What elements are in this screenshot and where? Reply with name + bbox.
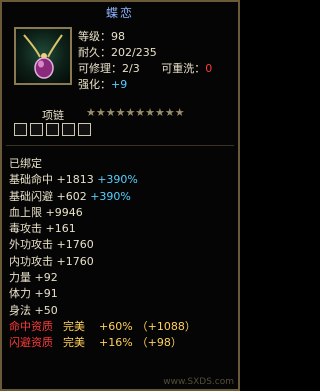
attr-bonus: +390% (90, 189, 131, 203)
rewash-label: 可重洗： (161, 62, 206, 75)
attr-row: 毒攻击 +161 (9, 221, 235, 237)
star-rating: ★★★★★★★★★★ (86, 106, 185, 119)
attribute-list: 已绑定 基础命中 +1813 +390% 基础闪避 +602 +390% 血上限… (9, 156, 235, 352)
aptitude-row: 闪避资质 完美 +16% （+98） (9, 335, 235, 351)
attr-label: 外功攻击 (9, 238, 53, 252)
bound-status: 已绑定 (9, 157, 42, 170)
attr-value: +9946 (45, 205, 83, 219)
aptitude-row: 命中资质 完美 +60% （+1088） (9, 319, 235, 335)
enhance-row: 强化：+9 (78, 77, 228, 93)
socket-slot[interactable] (14, 123, 27, 136)
item-tooltip: 蝶恋 等级：98 耐久：202/235 可修理：2/3 可重洗：0 强化：+9 … (0, 0, 240, 391)
necklace-icon-graphic (23, 34, 63, 79)
attr-row: 基础闪避 +602 +390% (9, 189, 235, 205)
attr-label: 血上限 (9, 205, 42, 219)
aptitude-extra: （+98） (136, 336, 182, 350)
aptitude-label: 闪避资质 (9, 336, 53, 350)
attr-value: +92 (34, 271, 58, 285)
attr-value: +50 (34, 303, 58, 317)
enhance-value: +9 (111, 78, 128, 91)
aptitude-grade: 完美 (63, 336, 85, 350)
aptitude-extra: （+1088） (136, 319, 196, 333)
socket-slot[interactable] (30, 123, 43, 136)
aptitude-percent: +16% (99, 336, 133, 350)
level-row: 等级：98 (78, 29, 228, 45)
durability-row: 耐久：202/235 (78, 45, 228, 61)
attr-label: 体力 (9, 287, 31, 301)
item-stats: 等级：98 耐久：202/235 可修理：2/3 可重洗：0 强化：+9 (78, 29, 228, 93)
attr-row: 血上限 +9946 (9, 205, 235, 221)
attr-row: 外功攻击 +1760 (9, 237, 235, 253)
attr-label: 基础命中 (9, 173, 53, 187)
attr-value: +91 (34, 287, 58, 301)
attr-label: 身法 (9, 303, 31, 317)
attr-label: 基础闪避 (9, 189, 53, 203)
attr-value: +602 (56, 189, 87, 203)
durability-label: 耐久： (78, 46, 111, 59)
socket-slot[interactable] (78, 123, 91, 136)
attr-value: +1760 (56, 238, 94, 252)
attr-value: +161 (45, 222, 76, 236)
attr-value: +1813 (56, 173, 94, 187)
attr-value: +1760 (56, 254, 94, 268)
durability-value: 202/235 (111, 46, 157, 59)
enhance-label: 强化： (78, 78, 111, 91)
item-name: 蝶恋 (105, 6, 134, 20)
attr-row: 力量 +92 (9, 270, 235, 286)
aptitude-percent: +60% (99, 319, 133, 333)
socket-slots (14, 123, 91, 136)
item-category: 项链 (42, 109, 64, 122)
repair-value: 2/3 (122, 62, 140, 75)
necklace-icon (14, 27, 72, 85)
attr-label: 内功攻击 (9, 254, 53, 268)
attr-label: 毒攻击 (9, 222, 42, 236)
attr-row: 体力 +91 (9, 286, 235, 302)
attr-row: 内功攻击 +1760 (9, 254, 235, 270)
level-value: 98 (111, 30, 125, 43)
attr-row: 身法 +50 (9, 303, 235, 319)
divider (6, 145, 234, 146)
attr-label: 力量 (9, 271, 31, 285)
socket-slot[interactable] (62, 123, 75, 136)
repair-row: 可修理：2/3 可重洗：0 (78, 61, 228, 77)
attr-row: 基础命中 +1813 +390% (9, 172, 235, 188)
repair-label: 可修理： (78, 62, 122, 75)
rewash-value: 0 (205, 62, 213, 75)
aptitude-grade: 完美 (63, 319, 85, 333)
aptitude-label: 命中资质 (9, 319, 53, 333)
socket-slot[interactable] (46, 123, 59, 136)
level-label: 等级： (78, 30, 111, 43)
site-watermark: www.SXDS.com (163, 377, 234, 387)
attr-bonus: +390% (97, 173, 138, 187)
